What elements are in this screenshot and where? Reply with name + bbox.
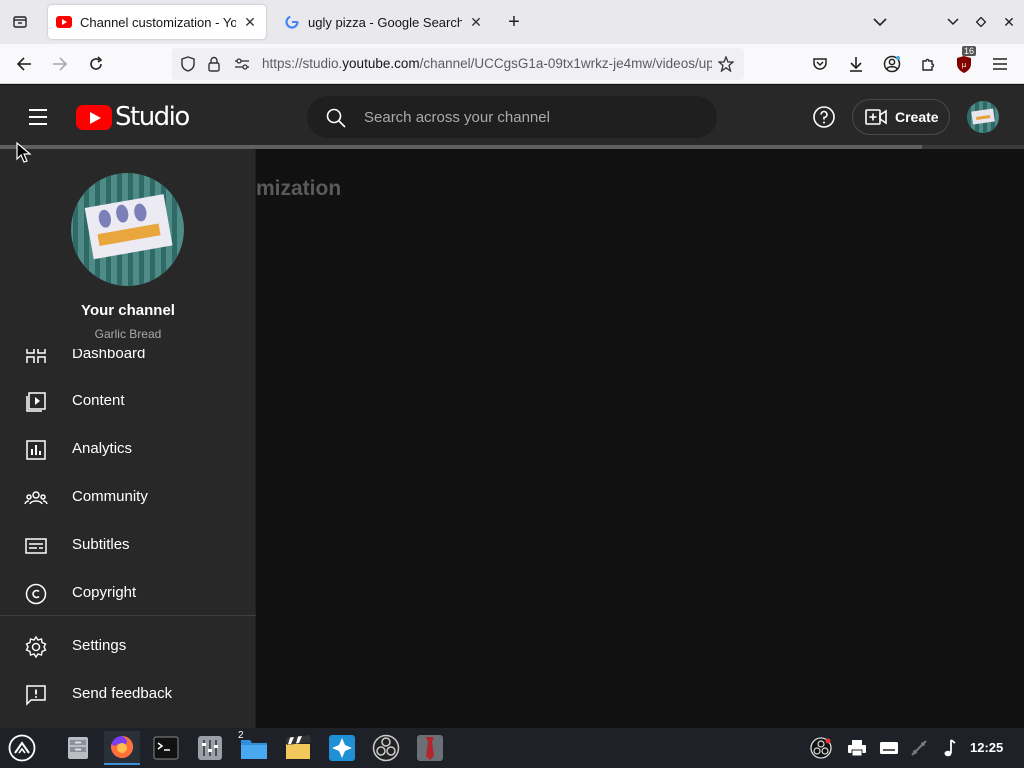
- lock-icon[interactable]: [206, 56, 222, 72]
- google-icon: [284, 14, 300, 30]
- channel-search-box[interactable]: Search across your channel: [307, 96, 717, 138]
- create-button-label: Create: [895, 109, 939, 125]
- terminal-icon[interactable]: [148, 731, 184, 765]
- channel-title[interactable]: Your channel: [0, 302, 256, 319]
- hamburger-menu-icon[interactable]: [24, 105, 52, 129]
- search-input[interactable]: Search across your channel: [364, 109, 550, 126]
- search-icon[interactable]: [325, 107, 347, 129]
- content-icon: [26, 392, 46, 412]
- os-taskbar: 2 12:25: [0, 728, 1024, 768]
- kdenlive-icon[interactable]: [324, 731, 360, 765]
- close-tab-icon[interactable]: ✕: [468, 14, 484, 30]
- minimize-window-icon[interactable]: [943, 12, 963, 32]
- sidebar-item-label: Dashboard: [72, 349, 146, 362]
- back-arrow-icon[interactable]: [12, 52, 36, 76]
- audio-icon[interactable]: [938, 737, 960, 759]
- youtube-logo-icon: [76, 104, 112, 130]
- help-icon[interactable]: [812, 105, 836, 129]
- list-all-tabs-icon[interactable]: [870, 12, 890, 32]
- sidebar-item-dashboard[interactable]: Dashboard: [0, 349, 256, 363]
- feedback-icon: [26, 685, 46, 706]
- tie-app-icon[interactable]: [412, 731, 448, 765]
- obs-tray-icon[interactable]: [810, 737, 832, 759]
- tab-title: ugly pizza - Google Search: [308, 14, 462, 30]
- mouse-cursor-icon: [16, 142, 32, 163]
- sidebar-item-label: Content: [72, 392, 125, 409]
- files-folder-icon[interactable]: [236, 731, 272, 765]
- extension-badge: 16: [962, 46, 977, 56]
- address-bar[interactable]: https://studio.youtube.com/channel/UCCgs…: [172, 48, 744, 80]
- system-clock[interactable]: 12:25: [970, 740, 1003, 755]
- pocket-icon[interactable]: [808, 52, 832, 76]
- sidebar-item-community[interactable]: Community: [0, 474, 256, 522]
- subtitles-icon: [25, 538, 47, 554]
- sidebar-divider: [0, 615, 256, 616]
- browser-tab-google-search[interactable]: ugly pizza - Google Search ✕: [276, 5, 492, 39]
- studio-logo[interactable]: Studio: [76, 102, 190, 132]
- sidebar-item-label: Community: [72, 488, 148, 505]
- channel-name: Garlic Bread: [94, 327, 162, 341]
- printer-icon[interactable]: [846, 737, 868, 759]
- maximize-window-icon[interactable]: [971, 12, 991, 32]
- studio-sidebar: Your channel Garlic Bread Dashboard Cont…: [0, 149, 256, 728]
- bookmark-star-icon[interactable]: [718, 56, 734, 72]
- tab-list-icon[interactable]: [8, 10, 32, 34]
- studio-logo-text: Studio: [115, 102, 190, 132]
- browser-nav-bar: https://studio.youtube.com/channel/UCCgs…: [0, 44, 1024, 84]
- firefox-icon[interactable]: [104, 731, 140, 765]
- sidebar-item-send-feedback[interactable]: Send feedback: [0, 671, 256, 719]
- create-button[interactable]: Create: [852, 99, 950, 135]
- sidebar-item-copyright[interactable]: Copyright: [0, 570, 256, 618]
- extensions-icon[interactable]: [916, 52, 940, 76]
- copyright-icon: [25, 583, 47, 605]
- new-tab-button[interactable]: +: [504, 12, 524, 32]
- youtube-icon: [56, 14, 72, 30]
- video-editor-icon[interactable]: [280, 731, 316, 765]
- obs-icon[interactable]: [368, 731, 404, 765]
- page-title: mization: [256, 177, 342, 200]
- url-text: https://studio.youtube.com/channel/UCCgs…: [262, 56, 712, 71]
- analytics-icon: [26, 440, 46, 460]
- sidebar-item-dashboard-clipped[interactable]: Dashboard: [0, 349, 256, 363]
- sidebar-item-content[interactable]: Content: [0, 378, 256, 426]
- sidebar-item-label: Send feedback: [72, 685, 173, 702]
- close-tab-icon[interactable]: ✕: [242, 14, 258, 30]
- create-video-icon: [865, 109, 887, 125]
- sidebar-item-label: Settings: [72, 637, 127, 654]
- sidebar-item-subtitles[interactable]: Subtitles: [0, 522, 256, 570]
- browser-tab-channel-customization[interactable]: Channel customization - YouT ✕: [48, 5, 266, 39]
- mixer-icon[interactable]: [192, 731, 228, 765]
- account-icon[interactable]: [880, 52, 904, 76]
- network-disconnected-icon[interactable]: [908, 737, 930, 759]
- downloads-icon[interactable]: [844, 52, 868, 76]
- shield-icon[interactable]: [180, 56, 196, 72]
- browser-tab-bar: Channel customization - YouT ✕ ugly pizz…: [0, 0, 1024, 44]
- sidebar-item-label: Copyright: [72, 584, 137, 601]
- svg-text:μ: μ: [962, 61, 967, 69]
- reload-icon[interactable]: [84, 52, 108, 76]
- main-content: mization: [256, 149, 1024, 728]
- file-manager-icon[interactable]: [60, 731, 96, 765]
- app-launcher-icon[interactable]: [4, 731, 40, 765]
- channel-avatar[interactable]: [71, 173, 184, 286]
- sidebar-item-label: Analytics: [72, 440, 133, 457]
- tab-title: Channel customization - YouT: [80, 14, 236, 30]
- sidebar-item-settings[interactable]: Settings: [0, 623, 256, 671]
- menu-icon[interactable]: [988, 52, 1012, 76]
- ublock-icon[interactable]: μ 16: [952, 46, 977, 76]
- sidebar-item-analytics[interactable]: Analytics: [0, 426, 256, 474]
- close-window-icon[interactable]: ✕: [999, 12, 1019, 32]
- permissions-icon[interactable]: [234, 56, 250, 72]
- forward-arrow-icon[interactable]: [48, 52, 72, 76]
- studio-header: Studio Search across your channel Create: [0, 85, 1024, 149]
- community-icon: [24, 491, 48, 505]
- settings-icon: [25, 635, 47, 659]
- account-avatar[interactable]: [967, 101, 999, 133]
- keyboard-icon[interactable]: [878, 737, 900, 759]
- sidebar-item-label: Subtitles: [72, 536, 130, 553]
- dashboard-icon: [26, 349, 46, 363]
